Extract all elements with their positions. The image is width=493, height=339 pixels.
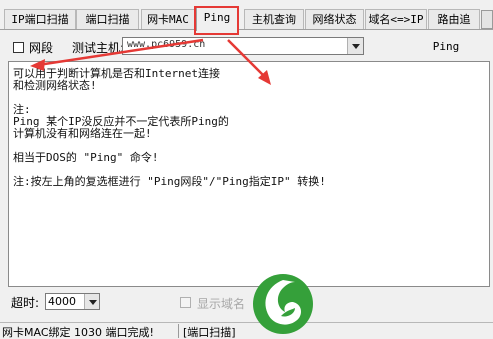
timeout-label: 超时: (11, 296, 40, 310)
tab-domain-ip[interactable]: 域名<=>IP (365, 9, 427, 30)
tab-scroll-button[interactable] (481, 10, 493, 29)
netseg-label: 网段 (29, 41, 54, 55)
tab-label: 网络状态 (312, 13, 357, 26)
timeout-value: 4000 (48, 295, 76, 308)
tab-network-status[interactable]: 网络状态 (305, 9, 364, 30)
netseg-checkbox[interactable] (13, 42, 24, 53)
tab-route-trace[interactable]: 路由追 (428, 9, 480, 30)
test-host-label: 测试主机: (72, 41, 125, 55)
output-line: 和检测网络状态! (13, 79, 97, 92)
tab-label: IP端口扫描 (11, 13, 69, 26)
status-message: 网卡MAC绑定 1030 端口完成! (2, 326, 154, 339)
status-bar: 网卡MAC绑定 1030 端口完成! [端口扫描] (0, 322, 493, 339)
output-line: 计算机没有和网络连在一起! (13, 127, 152, 140)
leaf-logo-icon (253, 274, 313, 334)
tab-port-scan[interactable]: 端口扫描 (76, 9, 139, 30)
ping-button[interactable]: Ping (420, 37, 472, 56)
combo-dropdown-icon[interactable] (347, 38, 363, 54)
timeout-combobox[interactable]: 4000 (45, 293, 100, 310)
tab-label: 网卡MAC (147, 13, 189, 26)
output-textarea[interactable]: 可以用于判断计算机是否和Internet连接 和检测网络状态! 注: Ping … (8, 61, 490, 287)
tab-bar: IP端口扫描 端口扫描 网卡MAC Ping 主机查询 网络状态 域名<=>IP… (0, 0, 493, 31)
tab-label: 路由追 (437, 13, 471, 26)
tab-ip-port-scan[interactable]: IP端口扫描 (4, 9, 76, 30)
combo-dropdown-icon[interactable] (84, 294, 99, 309)
status-divider (178, 324, 179, 338)
test-host-combobox[interactable]: www.pc6959.cn (122, 37, 364, 55)
output-line: 相当于DOS的 "Ping" 命令! (13, 151, 159, 164)
status-mode: [端口扫描] (183, 326, 236, 339)
test-host-value: www.pc6959.cn (127, 39, 206, 50)
tab-label: 端口扫描 (85, 13, 130, 26)
show-domain-checkbox[interactable] (180, 297, 191, 308)
tab-label: 域名<=>IP (368, 13, 424, 26)
tab-label: 主机查询 (252, 13, 296, 26)
tab-nic-mac[interactable]: 网卡MAC (141, 9, 195, 30)
tab-host-query[interactable]: 主机查询 (244, 9, 304, 30)
show-domain-label: 显示域名 (197, 297, 246, 311)
output-line: 注:按左上角的复选框进行 "Ping网段"/"Ping指定IP" 转换! (13, 175, 326, 188)
ping-tab-highlight-box (194, 6, 239, 35)
